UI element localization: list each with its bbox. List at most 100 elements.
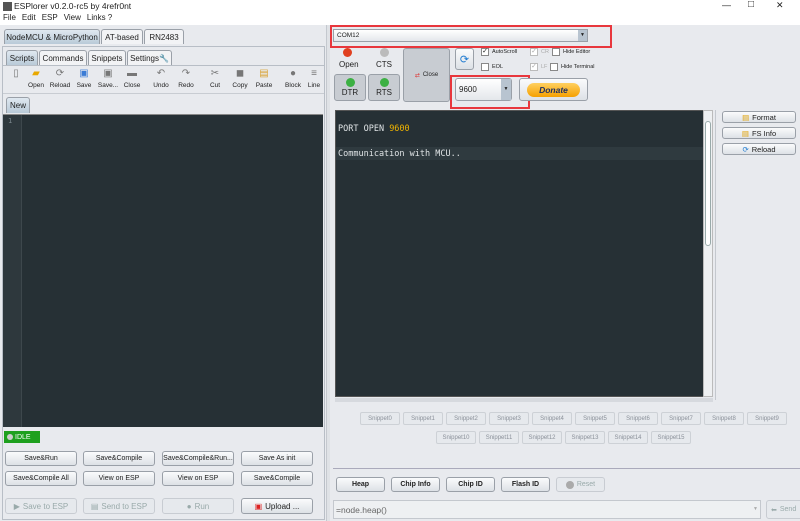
snippet-button-5[interactable]: Snippet5 — [575, 412, 615, 425]
label: Send to ESP — [101, 501, 148, 511]
save-run-button[interactable]: Save&Run — [5, 451, 77, 466]
close-file-icon: ▬ — [127, 68, 137, 79]
cts-led-icon — [380, 48, 389, 57]
save-as-button[interactable]: ▣ Save... — [95, 68, 121, 92]
lf-checkbox[interactable]: ✓ LF — [530, 63, 547, 71]
undo-button[interactable]: ↶ Undo — [148, 68, 174, 92]
snippet-button-8[interactable]: Snippet8 — [704, 412, 744, 425]
chip-info-button[interactable]: Chip Info — [391, 477, 440, 492]
save-compile-button[interactable]: Save&Compile — [83, 451, 155, 466]
terminal-scrollbar[interactable] — [703, 110, 713, 397]
chevron-down-icon: ▼ — [753, 506, 758, 512]
tab-rn2483[interactable]: RN2483 — [144, 29, 184, 44]
command-input[interactable]: =node.heap() ▼ — [333, 500, 761, 519]
snippet-button-12[interactable]: Snippet12 — [522, 431, 562, 444]
scissors-icon: ✂ — [210, 68, 220, 79]
rts-button[interactable]: RTS — [368, 74, 400, 101]
snippet-button-4[interactable]: Snippet4 — [532, 412, 572, 425]
reload-button[interactable]: ⟳ Reload — [47, 68, 73, 92]
side-divider — [715, 110, 716, 400]
donate-button[interactable]: Donate — [519, 78, 588, 101]
snippet-button-9[interactable]: Snippet9 — [747, 412, 787, 425]
save-compile-run-button[interactable]: Save&Compile&Run... — [162, 451, 234, 466]
snippet-button-15[interactable]: Snippet15 — [651, 431, 691, 444]
tab-scripts[interactable]: Scripts — [6, 50, 38, 65]
line-button[interactable]: ≡ Line — [304, 68, 324, 92]
save-as-init-button[interactable]: Save As init — [241, 451, 313, 466]
label: LF — [541, 64, 548, 70]
flash-id-button[interactable]: Flash ID — [501, 477, 550, 492]
snippet-button-7[interactable]: Snippet7 — [661, 412, 701, 425]
app-icon — [3, 2, 12, 11]
terminal-hsplit[interactable] — [335, 398, 713, 402]
refresh-ports-button[interactable]: ⟳ — [455, 48, 474, 70]
upload-button[interactable]: ▣ Upload ... — [241, 498, 313, 514]
menu-links[interactable]: Links ? — [87, 13, 112, 25]
save-compile-button-2[interactable]: Save&Compile — [241, 471, 313, 486]
dtr-button[interactable]: DTR — [334, 74, 366, 101]
eol-checkbox[interactable]: EOL — [481, 63, 503, 71]
reset-button[interactable]: Reset — [556, 477, 605, 492]
cr-checkbox[interactable]: ✓ CR — [530, 48, 549, 56]
tab-nodemcu[interactable]: NodeMCU & MicroPython — [4, 29, 100, 44]
hide-editor-checkbox[interactable]: Hide Editor — [552, 48, 590, 56]
save-icon: ▣ — [79, 68, 89, 79]
label: Save... — [97, 82, 119, 89]
snippet-button-1[interactable]: Snippet1 — [403, 412, 443, 425]
chip-id-button[interactable]: Chip ID — [446, 477, 495, 492]
close-window-button[interactable]: ✕ — [776, 0, 784, 11]
snippet-button-13[interactable]: Snippet13 — [565, 431, 605, 444]
menu-file[interactable]: File — [3, 13, 16, 25]
close-port-button[interactable]: ⇄ Close — [403, 48, 450, 102]
command-value: =node.heap() — [336, 505, 387, 515]
snippet-button-0[interactable]: Snippet0 — [360, 412, 400, 425]
maximize-button[interactable]: □ — [748, 0, 754, 10]
line-number: 1 — [8, 117, 13, 125]
snippet-button-11[interactable]: Snippet11 — [479, 431, 519, 444]
autoscroll-checkbox[interactable]: ✓ AutoScroll — [481, 48, 517, 56]
snippet-button-6[interactable]: Snippet6 — [618, 412, 658, 425]
hide-terminal-checkbox[interactable]: Hide Terminal — [550, 63, 595, 71]
snippet-button-3[interactable]: Snippet3 — [489, 412, 529, 425]
fs-info-button[interactable]: ▤ FS Info — [722, 127, 796, 139]
upload-icon: ▣ — [254, 501, 263, 511]
reload-fs-button[interactable]: ⟳ Reload — [722, 143, 796, 155]
snippet-button-14[interactable]: Snippet14 — [608, 431, 648, 444]
tab-commands[interactable]: Commands — [39, 50, 87, 65]
save-as-icon: ▣ — [103, 68, 113, 79]
send-to-esp-button[interactable]: ▤ Send to ESP — [83, 498, 155, 514]
redo-button[interactable]: ↷ Redo — [173, 68, 199, 92]
menu-edit[interactable]: Edit — [22, 13, 36, 25]
save-to-esp-button[interactable]: ▶ Save to ESP — [5, 498, 77, 514]
file-tab-new[interactable]: New — [6, 97, 30, 113]
menu-view[interactable]: View — [64, 13, 81, 25]
code-editor[interactable] — [3, 114, 323, 427]
save-button[interactable]: ▣ Save — [71, 68, 97, 92]
view-on-esp-button[interactable]: View on ESP — [83, 471, 155, 486]
open-button[interactable]: ▰ Open — [23, 68, 49, 92]
tab-snippets[interactable]: Snippets — [88, 50, 126, 65]
menu-esp[interactable]: ESP — [42, 13, 58, 25]
format-button[interactable]: ▤ Format — [722, 111, 796, 123]
snippet-button-2[interactable]: Snippet2 — [446, 412, 486, 425]
paste-button[interactable]: ▤ Paste — [251, 68, 277, 92]
label: CR — [541, 49, 549, 55]
cut-button[interactable]: ✂ Cut — [202, 68, 228, 92]
label: RTS — [376, 88, 392, 97]
send-button[interactable]: ⬅ Send — [766, 500, 800, 519]
close-file-button[interactable]: ▬ Close — [119, 68, 145, 92]
scrollbar-thumb[interactable] — [705, 121, 711, 246]
split-divider[interactable] — [326, 25, 330, 521]
snippet-button-10[interactable]: Snippet10 — [436, 431, 476, 444]
copy-button[interactable]: ◼ Copy — [227, 68, 253, 92]
tab-at-based[interactable]: AT-based — [101, 29, 143, 44]
label: Save — [76, 82, 92, 89]
tab-settings[interactable]: Settings 🔧 — [127, 50, 172, 65]
save-compile-all-button[interactable]: Save&Compile All — [5, 471, 77, 486]
minimize-button[interactable]: — — [722, 0, 731, 10]
block-button[interactable]: ● Block — [280, 68, 306, 92]
view-on-esp-button-2[interactable]: View on ESP — [162, 471, 234, 486]
run-button[interactable]: ● Run — [162, 498, 234, 514]
heap-button[interactable]: Heap — [336, 477, 385, 492]
wrench-icon: 🔧 — [158, 53, 169, 63]
